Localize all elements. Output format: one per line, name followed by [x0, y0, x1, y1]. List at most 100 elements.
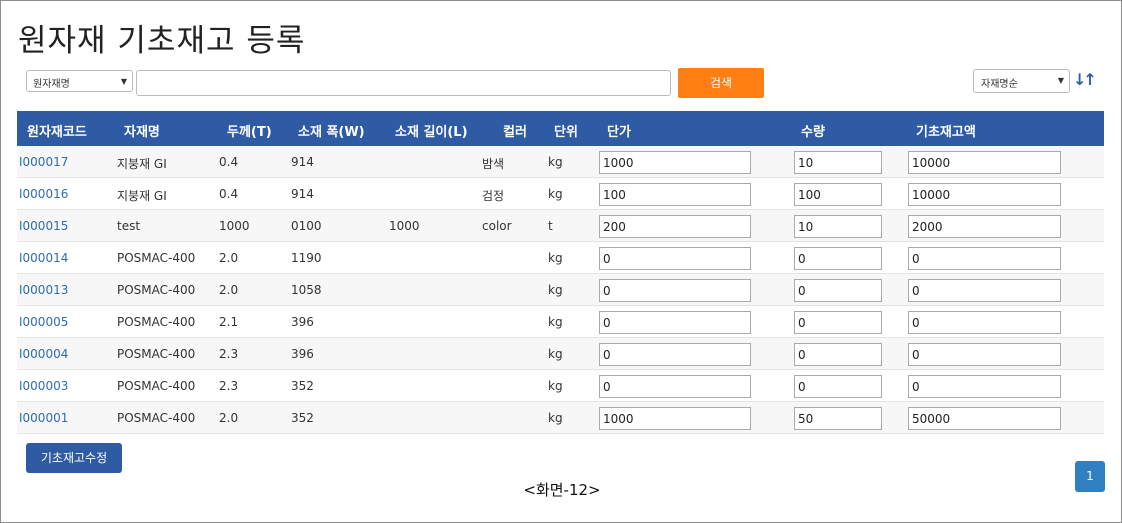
material-code-link[interactable]: I000003 — [19, 379, 68, 393]
material-name: POSMAC-400 — [117, 347, 196, 361]
material-code-link[interactable]: I000001 — [19, 411, 68, 425]
search-input[interactable] — [136, 70, 671, 96]
table-row: I000013 POSMAC-400 2.0 1058 kg — [17, 274, 1104, 306]
table-row: I000014 POSMAC-400 2.0 1190 kg — [17, 242, 1104, 274]
search-field-select-value: 원자재명 — [33, 79, 70, 90]
column-header: 컬러 — [503, 125, 527, 140]
edit-stock-button[interactable]: 기초재고수정 — [26, 443, 122, 473]
width: 352 — [291, 411, 314, 425]
quantity-input[interactable] — [794, 215, 882, 238]
material-name: POSMAC-400 — [117, 379, 196, 393]
thickness: 2.3 — [219, 347, 239, 361]
material-code-link[interactable]: I000017 — [19, 155, 68, 169]
column-header: 기초재고액 — [916, 125, 976, 140]
column-header: 자재명 — [124, 125, 160, 140]
unit-price-input[interactable] — [599, 247, 751, 270]
quantity-input[interactable] — [794, 247, 882, 270]
opening-stock-input[interactable] — [908, 279, 1061, 302]
unit: kg — [548, 347, 563, 361]
unit: kg — [548, 187, 563, 201]
width: 1058 — [291, 283, 322, 297]
unit-price-input[interactable] — [599, 183, 751, 206]
unit-price-input[interactable] — [599, 407, 751, 430]
material-code-link[interactable]: I000004 — [19, 347, 68, 361]
search-field-select[interactable]: 원자재명 ▼ — [26, 70, 133, 92]
width: 914 — [291, 155, 314, 169]
table-row: I000016 지붕재 GI 0.4 914 검정 kg — [17, 178, 1104, 210]
thickness: 2.0 — [219, 283, 239, 297]
table-header: 원자재코드 자재명 두께(T) 소재 폭(W) 소재 길이(L) 컬러 단위 단… — [17, 111, 1104, 146]
chevron-down-icon: ▼ — [120, 77, 127, 86]
opening-stock-input[interactable] — [908, 151, 1061, 174]
opening-stock-input[interactable] — [908, 343, 1061, 366]
column-header: 수량 — [801, 125, 825, 140]
pagination-page-1[interactable]: 1 — [1075, 461, 1105, 492]
column-header: 소재 폭(W) — [298, 125, 365, 140]
opening-stock-input[interactable] — [908, 247, 1061, 270]
material-name: POSMAC-400 — [117, 251, 196, 265]
thickness: 1000 — [219, 219, 250, 233]
unit: kg — [548, 379, 563, 393]
column-header: 소재 길이(L) — [395, 125, 468, 140]
search-button[interactable]: 검색 — [678, 68, 764, 98]
table-row: I000004 POSMAC-400 2.3 396 kg — [17, 338, 1104, 370]
column-header: 단가 — [607, 125, 631, 140]
width: 396 — [291, 347, 314, 361]
unit: kg — [548, 411, 563, 425]
unit: kg — [548, 251, 563, 265]
quantity-input[interactable] — [794, 343, 882, 366]
material-name: test — [117, 219, 141, 233]
color: color — [482, 219, 512, 233]
unit-price-input[interactable] — [599, 343, 751, 366]
width: 1190 — [291, 251, 322, 265]
unit-price-input[interactable] — [599, 215, 751, 238]
quantity-input[interactable] — [794, 375, 882, 398]
column-header: 두께(T) — [227, 125, 272, 140]
unit: kg — [548, 283, 563, 297]
table-body: I000017 지붕재 GI 0.4 914 밤색 kg I000016 지붕재… — [17, 146, 1104, 434]
thickness: 2.1 — [219, 315, 239, 329]
chevron-down-icon: ▼ — [1057, 76, 1064, 85]
material-name: POSMAC-400 — [117, 315, 196, 329]
unit-price-input[interactable] — [599, 279, 751, 302]
opening-stock-input[interactable] — [908, 407, 1061, 430]
sort-select[interactable]: 자재명순 ▼ — [973, 69, 1070, 93]
table-row: I000017 지붕재 GI 0.4 914 밤색 kg — [17, 146, 1104, 178]
sort-select-value: 자재명순 — [981, 79, 1018, 90]
stock-table: 원자재코드 자재명 두께(T) 소재 폭(W) 소재 길이(L) 컬러 단위 단… — [17, 111, 1104, 434]
opening-stock-input[interactable] — [908, 215, 1061, 238]
unit-price-input[interactable] — [599, 151, 751, 174]
quantity-input[interactable] — [794, 183, 882, 206]
opening-stock-input[interactable] — [908, 183, 1061, 206]
table-row: I000005 POSMAC-400 2.1 396 kg — [17, 306, 1104, 338]
material-code-link[interactable]: I000016 — [19, 187, 68, 201]
thickness: 2.0 — [219, 251, 239, 265]
material-name: POSMAC-400 — [117, 283, 196, 297]
quantity-input[interactable] — [794, 279, 882, 302]
length: 1000 — [389, 219, 420, 233]
quantity-input[interactable] — [794, 151, 882, 174]
color: 밤색 — [482, 157, 505, 171]
column-header: 단위 — [554, 125, 578, 140]
quantity-input[interactable] — [794, 311, 882, 334]
unit: t — [548, 219, 553, 233]
table-row: I000003 POSMAC-400 2.3 352 kg — [17, 370, 1104, 402]
opening-stock-input[interactable] — [908, 311, 1061, 334]
material-name: 지붕재 GI — [117, 189, 167, 203]
material-code-link[interactable]: I000013 — [19, 283, 68, 297]
width: 914 — [291, 187, 314, 201]
material-code-link[interactable]: I000015 — [19, 219, 68, 233]
page-title: 원자재 기초재고 등록 — [18, 23, 306, 59]
width: 0100 — [291, 219, 322, 233]
thickness: 2.0 — [219, 411, 239, 425]
thickness: 0.4 — [219, 155, 239, 169]
material-code-link[interactable]: I000005 — [19, 315, 68, 329]
material-name: 지붕재 GI — [117, 157, 167, 171]
sort-arrows-icon[interactable]: ↓↑ — [1073, 69, 1097, 91]
unit-price-input[interactable] — [599, 375, 751, 398]
unit-price-input[interactable] — [599, 311, 751, 334]
unit: kg — [548, 315, 563, 329]
quantity-input[interactable] — [794, 407, 882, 430]
material-code-link[interactable]: I000014 — [19, 251, 68, 265]
opening-stock-input[interactable] — [908, 375, 1061, 398]
